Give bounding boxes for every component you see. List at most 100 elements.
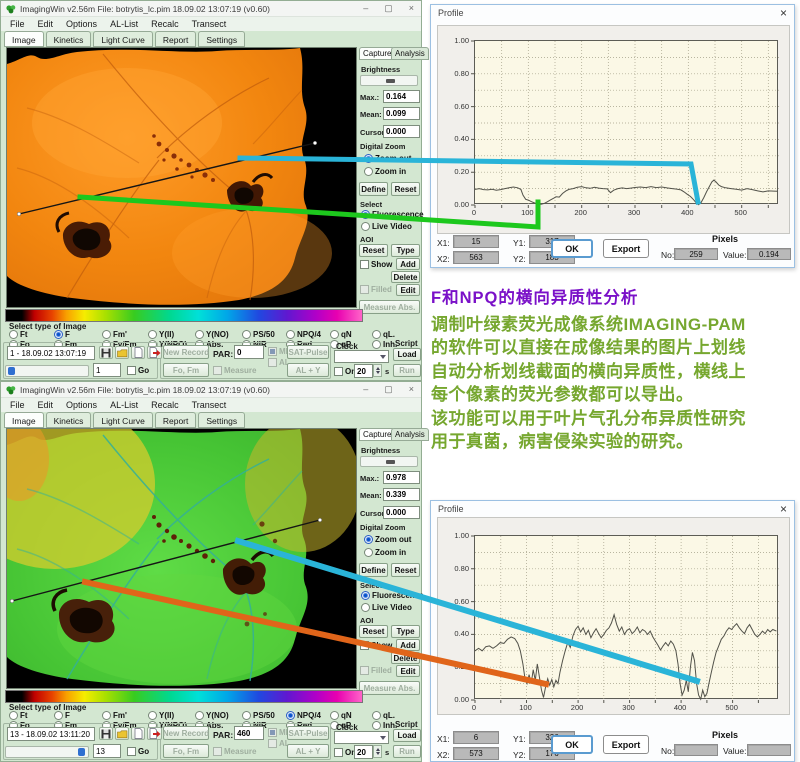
menu-transect[interactable]: Transect <box>192 19 227 29</box>
clock-dropdown[interactable] <box>334 350 389 363</box>
fluorescence-image-NPQ[interactable] <box>6 428 357 689</box>
aoi-edit-button[interactable]: Edit <box>396 665 420 677</box>
clock-on-checkbox[interactable]: On <box>334 367 356 376</box>
menu-transect[interactable]: Transect <box>192 400 227 410</box>
sat-pulse-button[interactable]: SAT-Pulse <box>287 726 329 740</box>
tab-light-curve[interactable]: Light Curve <box>93 412 152 428</box>
tab-capture[interactable]: Capture <box>359 47 395 60</box>
maximize-button[interactable]: ▢ <box>384 4 393 13</box>
image-type-radio-Y(II)[interactable]: Y(II) <box>148 330 174 339</box>
filled-checkbox[interactable]: Filled <box>360 666 392 675</box>
export-record-icon[interactable] <box>147 727 162 740</box>
save-icon[interactable] <box>99 346 113 359</box>
tab-report[interactable]: Report <box>155 412 197 428</box>
close-button[interactable]: × <box>409 4 414 13</box>
menu-recalc[interactable]: Recalc <box>151 400 179 410</box>
fluorescence-image-F[interactable] <box>6 47 357 308</box>
aoi-reset-button[interactable]: Reset <box>359 625 388 638</box>
tab-light-curve[interactable]: Light Curve <box>93 31 152 47</box>
close-icon[interactable]: × <box>780 502 787 517</box>
script-run-button[interactable]: Run <box>393 745 421 758</box>
open-folder-icon[interactable] <box>115 727 129 740</box>
aoi-edit-button[interactable]: Edit <box>396 284 420 296</box>
script-load-button[interactable]: Load <box>393 729 421 742</box>
close-icon[interactable]: × <box>780 6 787 21</box>
aoi-delete-button[interactable]: Delete <box>391 652 420 664</box>
show-checkbox[interactable]: Show <box>360 641 392 650</box>
image-type-radio-Y(NO)[interactable]: Y(NO) <box>195 330 229 339</box>
image-type-radio-F[interactable]: F <box>54 330 70 339</box>
show-checkbox[interactable]: Show <box>360 260 392 269</box>
image-type-radio-Ft[interactable]: Ft <box>9 711 28 720</box>
aoi-reset-button[interactable]: Reset <box>359 244 388 257</box>
measure-checkbox[interactable]: Measure <box>213 747 256 756</box>
image-type-radio-qN[interactable]: qN <box>330 711 352 720</box>
menu-edit[interactable]: Edit <box>38 400 54 410</box>
tab-capture[interactable]: Capture <box>359 428 395 441</box>
brightness-slider[interactable] <box>360 75 418 86</box>
live-video-radio[interactable]: Live Video <box>361 603 412 612</box>
menu-edit[interactable]: Edit <box>38 19 54 29</box>
close-button[interactable]: × <box>409 385 414 394</box>
filled-checkbox[interactable]: Filled <box>360 285 392 294</box>
menu-options[interactable]: Options <box>66 19 97 29</box>
image-type-radio-Y(II)[interactable]: Y(II) <box>148 711 174 720</box>
go-checkbox[interactable]: Go <box>127 366 149 375</box>
menu-file[interactable]: File <box>10 19 25 29</box>
aoi-delete-button[interactable]: Delete <box>391 271 420 283</box>
export-record-icon[interactable] <box>147 346 162 359</box>
record-slider[interactable] <box>5 365 89 377</box>
image-type-radio-PS/50[interactable]: PS/50 <box>242 330 275 339</box>
ok-button[interactable]: OK <box>551 735 593 754</box>
tab-image[interactable]: Image <box>4 31 44 47</box>
reset-zoom-button[interactable]: Reset <box>391 182 420 196</box>
image-type-radio-qL.[interactable]: qL. <box>372 711 395 720</box>
tab-analysis[interactable]: Analysis <box>391 47 429 60</box>
aoi-type-button[interactable]: Type <box>391 244 420 257</box>
export-button[interactable]: Export <box>603 239 649 258</box>
aoi-type-button[interactable]: Type <box>391 625 420 638</box>
menu-file[interactable]: File <box>10 400 25 410</box>
menu-al-list[interactable]: AL-List <box>110 19 138 29</box>
menu-al-list[interactable]: AL-List <box>110 400 138 410</box>
image-type-radio-qN[interactable]: qN <box>330 330 352 339</box>
fluorescence-radio[interactable]: Fluorescence <box>361 591 424 600</box>
fo-fm-button[interactable]: Fo, Fm <box>163 744 209 758</box>
menu-recalc[interactable]: Recalc <box>151 19 179 29</box>
zoom-out-radio[interactable]: Zoom out <box>364 535 411 544</box>
zoom-in-radio[interactable]: Zoom in <box>364 167 406 176</box>
open-folder-icon[interactable] <box>115 346 129 359</box>
tab-report[interactable]: Report <box>155 31 197 47</box>
al-y-button[interactable]: AL + Y <box>287 744 329 758</box>
ok-button[interactable]: OK <box>551 239 593 258</box>
sat-pulse-button[interactable]: SAT-Pulse <box>287 345 329 359</box>
record-number-field[interactable]: 13 <box>93 744 121 758</box>
interval-spinner[interactable] <box>373 745 382 758</box>
new-record-button[interactable]: New Record <box>163 345 209 359</box>
image-type-radio-Ft[interactable]: Ft <box>9 330 28 339</box>
define-button[interactable]: Define <box>359 563 388 577</box>
new-file-icon[interactable] <box>131 727 145 740</box>
tab-settings[interactable]: Settings <box>198 31 245 47</box>
tab-kinetics[interactable]: Kinetics <box>46 412 92 428</box>
tab-analysis[interactable]: Analysis <box>391 428 429 441</box>
script-run-button[interactable]: Run <box>393 364 421 377</box>
zoom-in-radio[interactable]: Zoom in <box>364 548 406 557</box>
par-field[interactable]: 0 <box>234 345 264 359</box>
record-number-field[interactable]: 1 <box>93 363 121 377</box>
fo-fm-button[interactable]: Fo, Fm <box>163 363 209 377</box>
minimize-button[interactable]: – <box>363 4 368 13</box>
clock-dropdown[interactable] <box>334 731 389 744</box>
image-type-radio-qL.[interactable]: qL. <box>372 330 395 339</box>
par-field[interactable]: 460 <box>234 726 264 740</box>
interval-spinner[interactable] <box>373 364 382 377</box>
aoi-add-button[interactable]: Add <box>396 258 420 270</box>
image-type-radio-Fm'[interactable]: Fm' <box>102 711 127 720</box>
measure-abs-button[interactable]: Measure Abs. <box>359 681 420 695</box>
save-icon[interactable] <box>99 727 113 740</box>
image-type-radio-Fm'[interactable]: Fm' <box>102 330 127 339</box>
menu-options[interactable]: Options <box>66 400 97 410</box>
minimize-button[interactable]: – <box>363 385 368 394</box>
image-type-radio-F[interactable]: F <box>54 711 70 720</box>
brightness-slider[interactable] <box>360 456 418 467</box>
